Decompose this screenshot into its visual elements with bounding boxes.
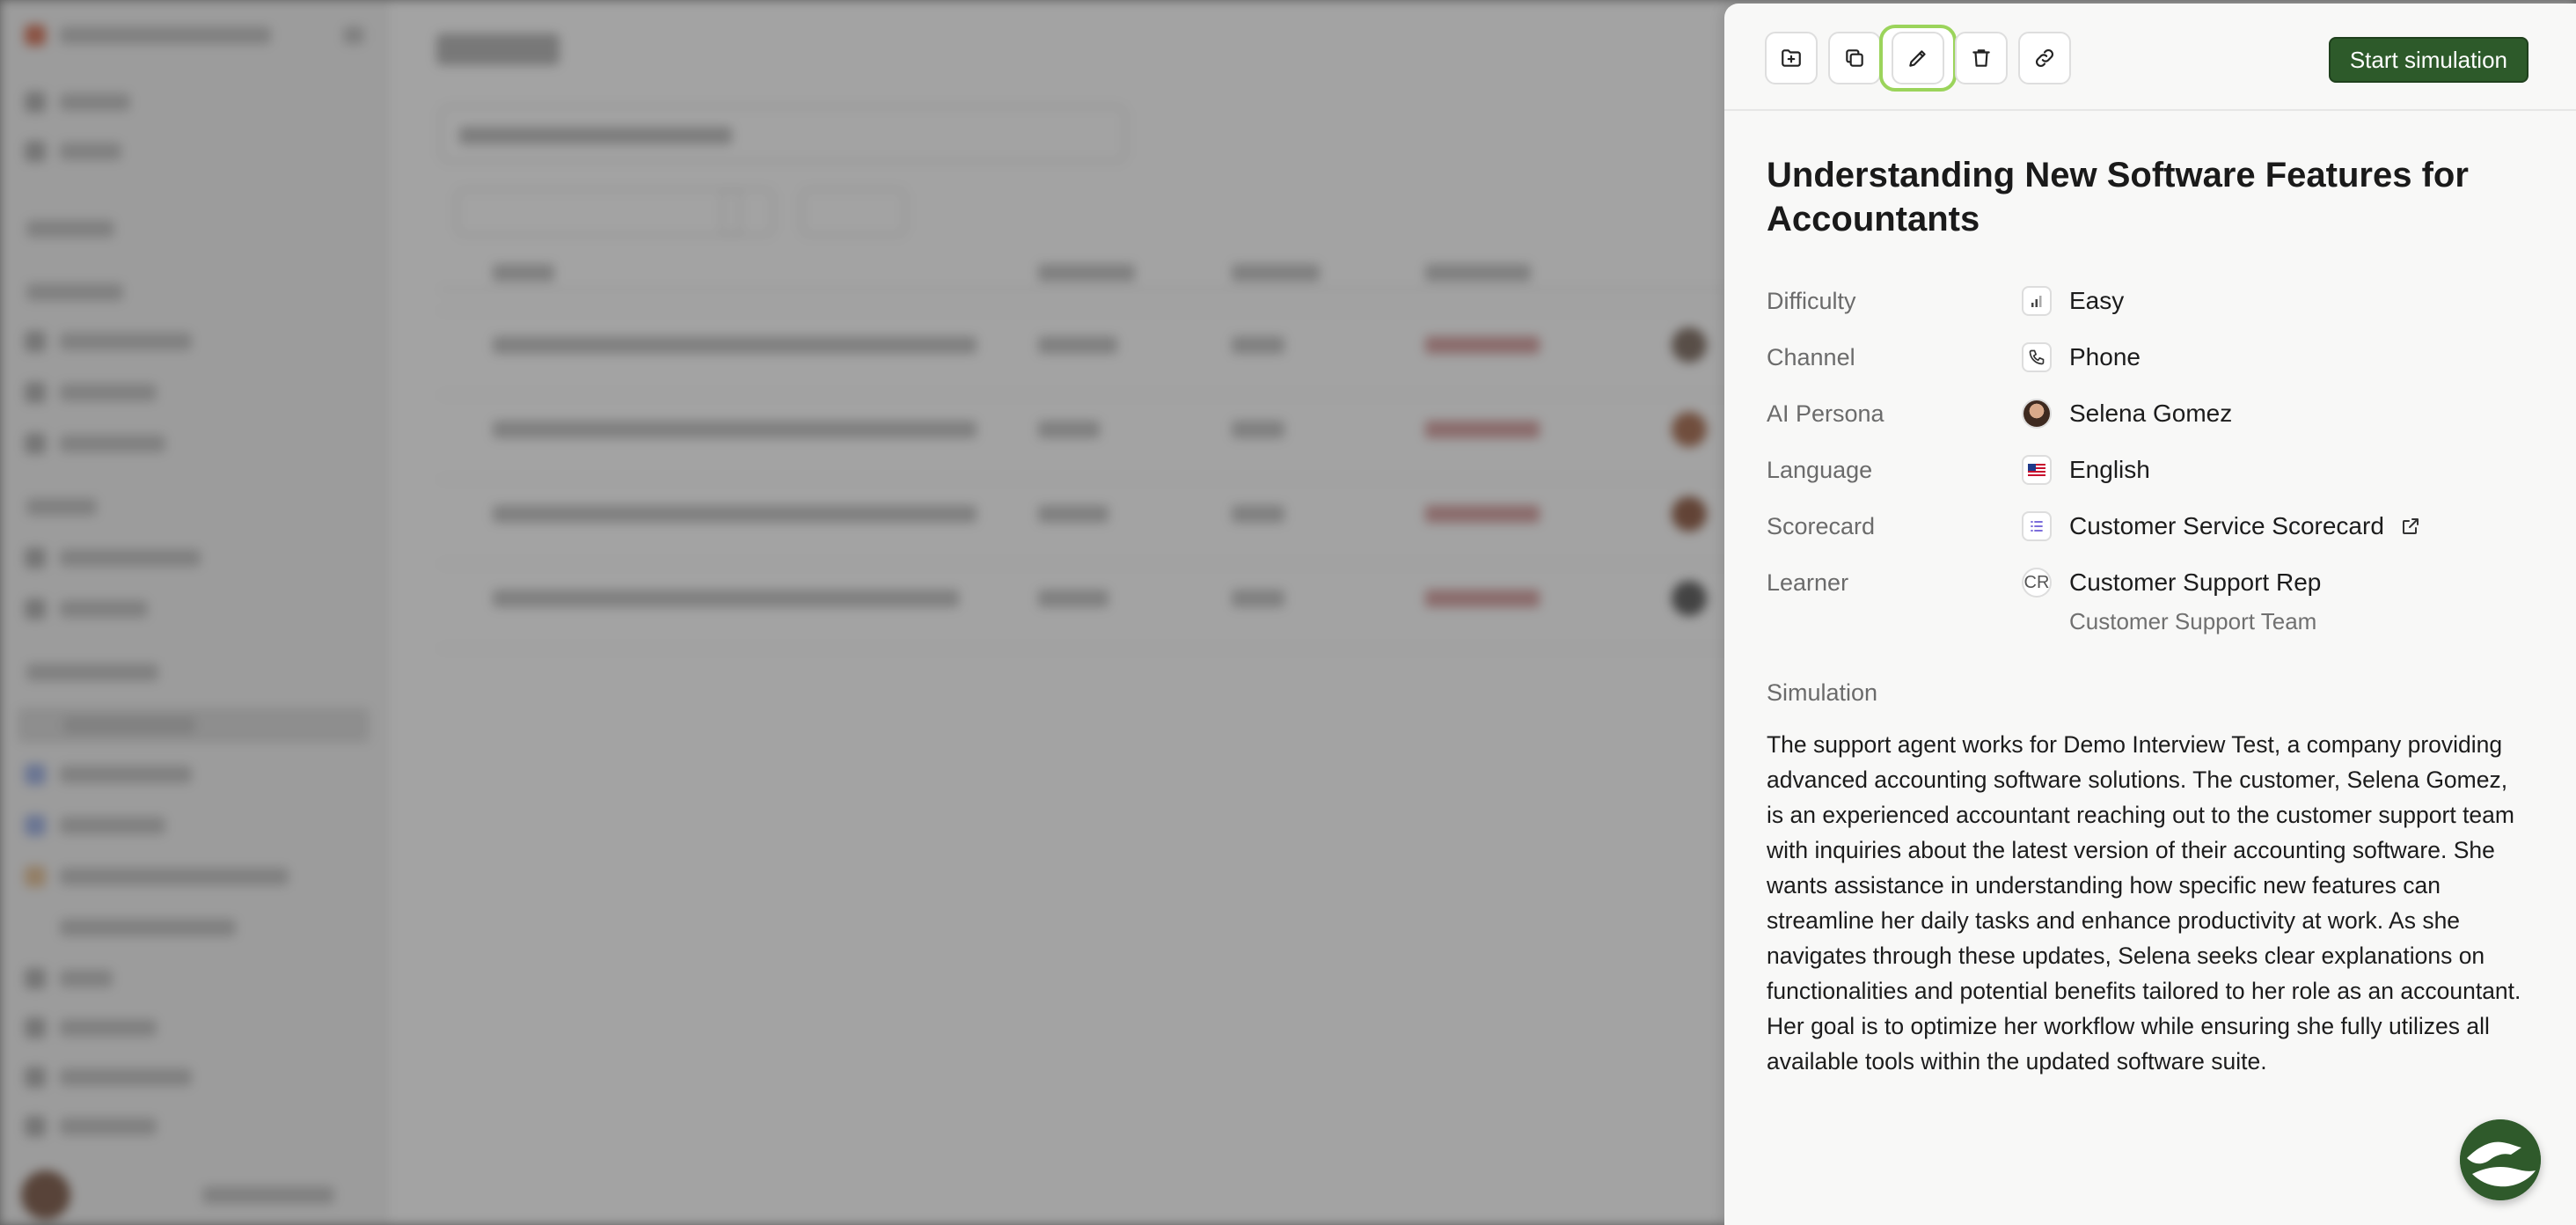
link-icon bbox=[2036, 49, 2053, 67]
learner-value: Customer Support Rep bbox=[2069, 568, 2322, 596]
simulation-detail-panel: Start simulation Understanding New Softw… bbox=[1724, 4, 2576, 1225]
folder-add-icon bbox=[1782, 49, 1801, 67]
property-scorecard: Scorecard Customer Service Scorecard bbox=[1767, 505, 2541, 561]
learner-avatar: CR bbox=[2023, 573, 2050, 592]
learner-label: Learner bbox=[1767, 569, 1849, 596]
phone-icon bbox=[2029, 349, 2045, 365]
bar-chart-icon bbox=[2031, 296, 2042, 307]
language-label: Language bbox=[1767, 457, 1873, 483]
pencil-icon bbox=[1909, 50, 1926, 67]
add-to-folder-button[interactable] bbox=[1765, 32, 1818, 84]
learner-team: Customer Support Team bbox=[2069, 608, 2317, 635]
persona-label: AI Persona bbox=[1767, 400, 1884, 427]
us-flag-icon bbox=[2028, 464, 2045, 476]
start-simulation-button[interactable]: Start simulation bbox=[2328, 37, 2528, 83]
difficulty-value: Easy bbox=[2069, 287, 2125, 314]
brand-logo-icon bbox=[2460, 1119, 2541, 1200]
trash-icon bbox=[1972, 49, 1990, 67]
simulation-properties: Difficulty Easy Channel Phone AI Persona… bbox=[1767, 280, 2541, 641]
scorecard-label: Scorecard bbox=[1767, 513, 1876, 539]
duplicate-button[interactable] bbox=[1828, 32, 1881, 84]
language-value: English bbox=[2069, 456, 2150, 483]
channel-value: Phone bbox=[2069, 343, 2141, 370]
simulation-section-label: Simulation bbox=[1767, 679, 1878, 706]
edit-button[interactable] bbox=[1879, 25, 1957, 92]
external-link-icon[interactable] bbox=[2400, 516, 2421, 537]
persona-avatar bbox=[2023, 400, 2050, 427]
property-learner: Learner CR Customer Support Rep Customer… bbox=[1767, 561, 2541, 641]
persona-value: Selena Gomez bbox=[2069, 400, 2233, 427]
property-ai-persona: AI Persona Selena Gomez bbox=[1767, 392, 2541, 449]
property-difficulty: Difficulty Easy bbox=[1767, 280, 2541, 336]
copy-link-button[interactable] bbox=[2018, 32, 2071, 84]
property-channel: Channel Phone bbox=[1767, 336, 2541, 392]
scorecard-value[interactable]: Customer Service Scorecard bbox=[2069, 505, 2384, 547]
panel-toolbar: Start simulation bbox=[1724, 4, 2576, 111]
simulation-title: Understanding New Software Features for … bbox=[1767, 156, 2469, 238]
simulation-description: The support agent works for Demo Intervi… bbox=[1767, 731, 2521, 1075]
difficulty-label: Difficulty bbox=[1767, 288, 1856, 314]
help-chat-button[interactable] bbox=[2460, 1119, 2541, 1200]
list-icon bbox=[2031, 521, 2043, 532]
delete-button[interactable] bbox=[1955, 32, 2008, 84]
duplicate-icon bbox=[1846, 49, 1863, 67]
channel-label: Channel bbox=[1767, 344, 1855, 370]
property-language: Language English bbox=[1767, 449, 2541, 505]
